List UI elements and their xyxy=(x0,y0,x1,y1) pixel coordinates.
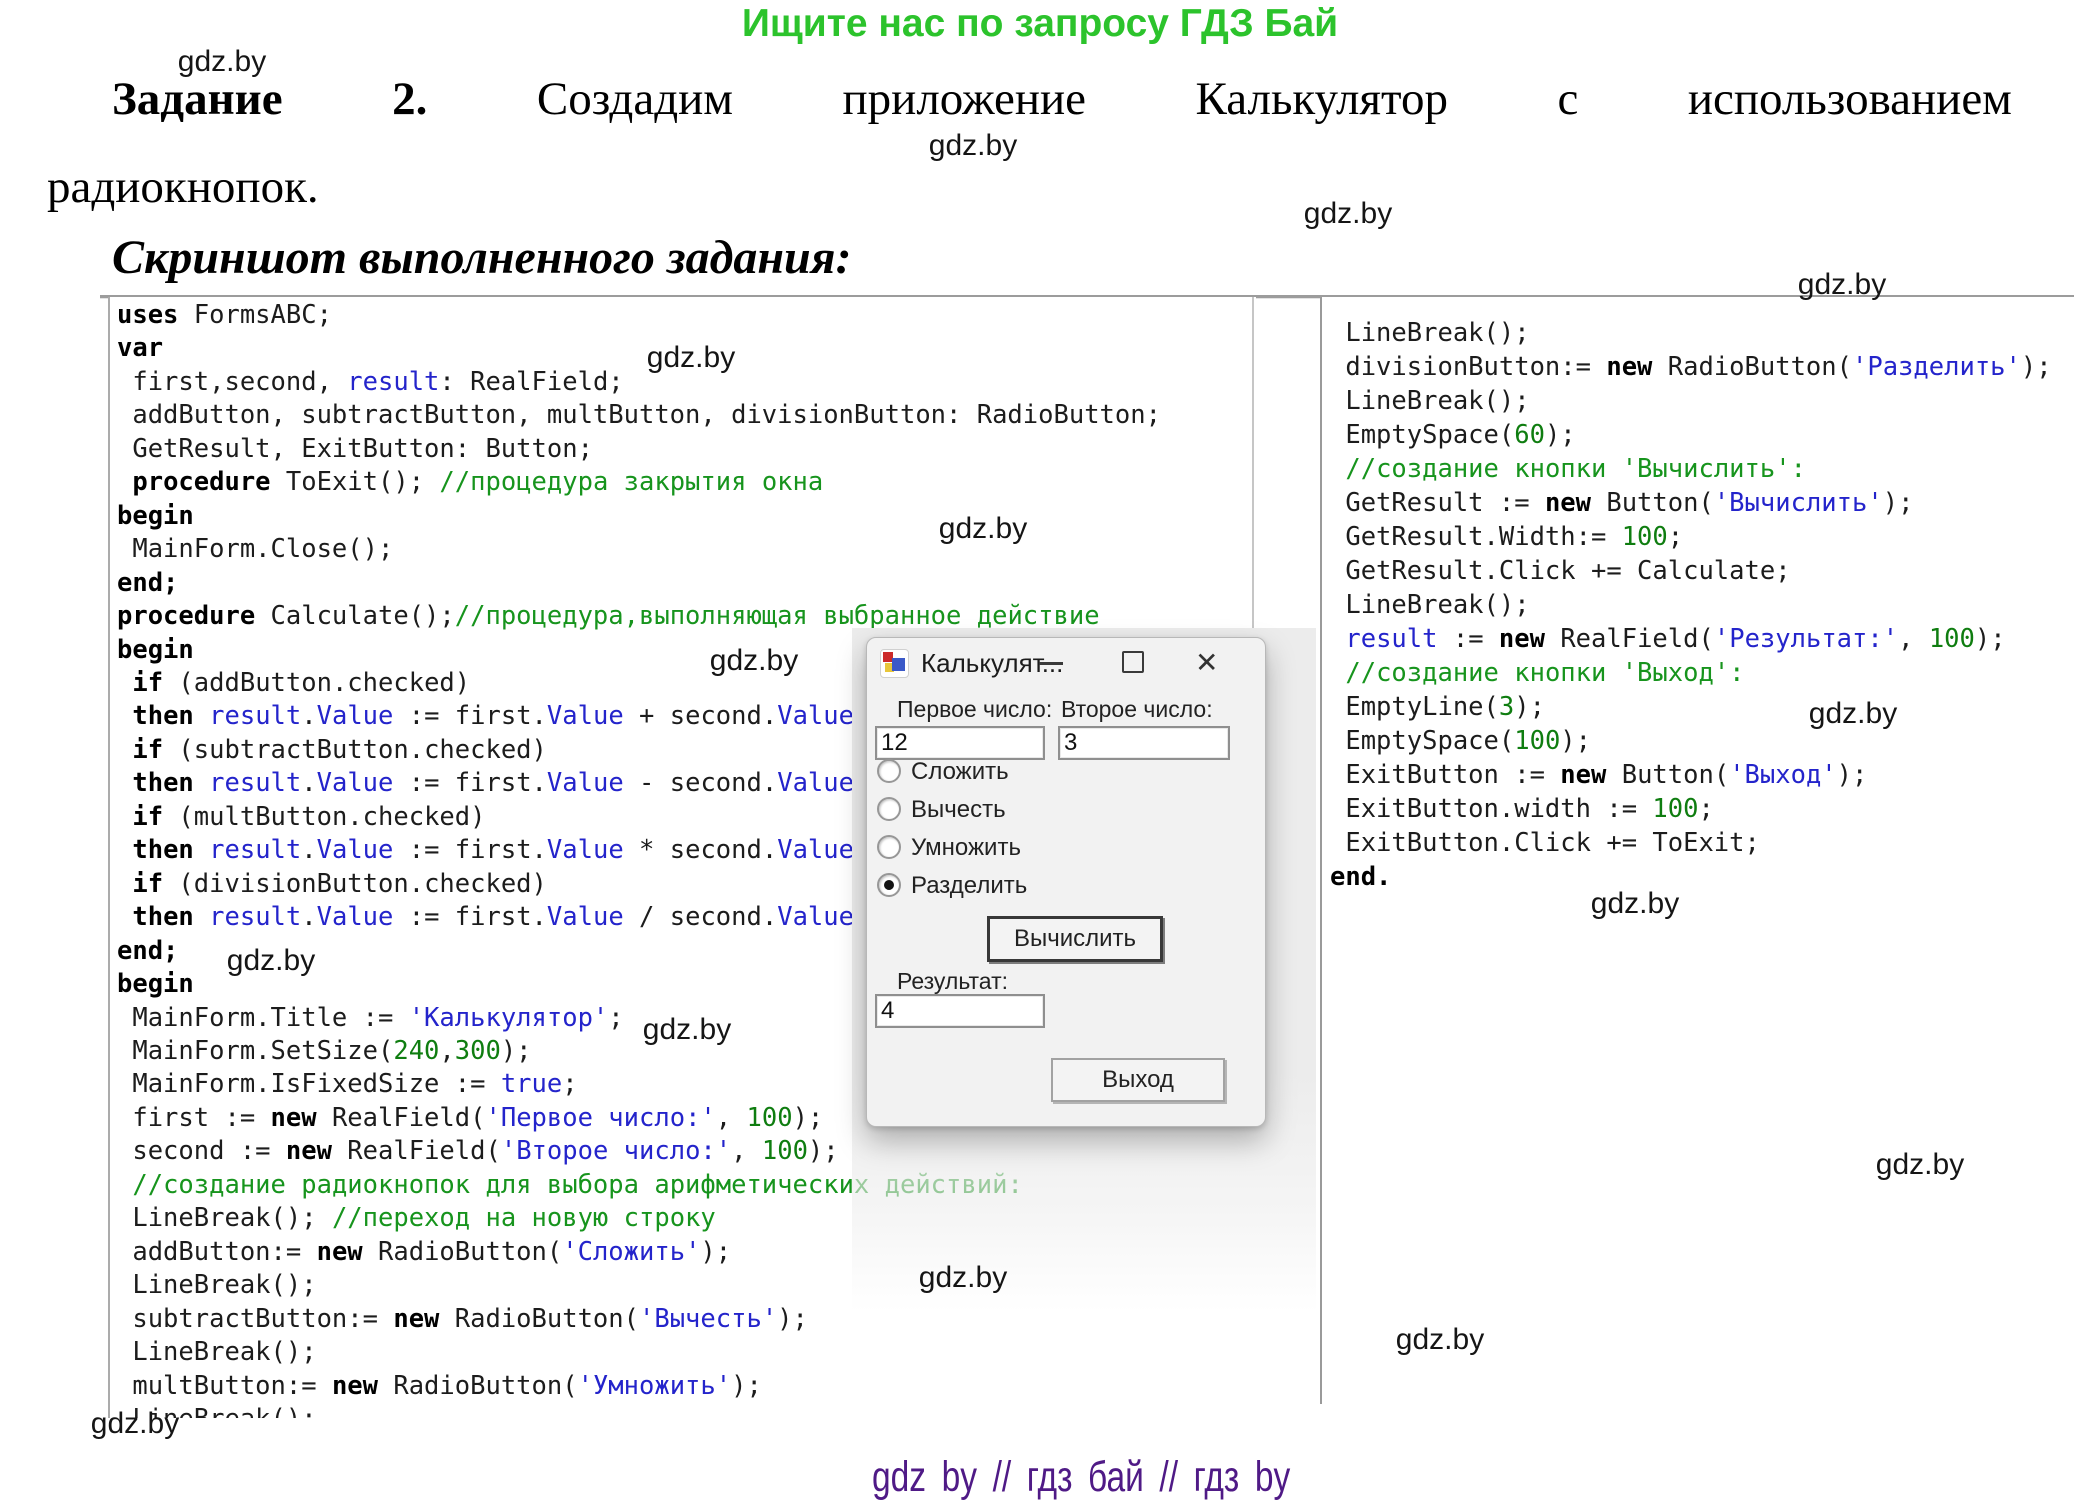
gdzby-watermark: gdz.by xyxy=(647,341,735,375)
radio-icon[interactable] xyxy=(877,759,901,783)
first-number-label: Первое число: xyxy=(897,696,1052,723)
calculator-screenshot: Калькулят... ✕ Первое число: Второе числ… xyxy=(852,628,1316,1333)
code-line: ExitButton := new Button('Выход'); xyxy=(1330,758,2080,792)
radio-label: Умножить xyxy=(911,834,1021,862)
code-line: GetResult, ExitButton: Button; xyxy=(117,433,1256,466)
gdzby-watermark: gdz.by xyxy=(1396,1323,1484,1357)
calculate-button[interactable]: Вычислить xyxy=(987,916,1163,962)
radio-icon[interactable] xyxy=(877,835,901,859)
code-line: GetResult := new Button('Вычислить'); xyxy=(1330,486,2080,520)
gdzby-watermark: gdz.by xyxy=(643,1013,731,1047)
code-line: LineBreak(); xyxy=(1330,316,2080,350)
second-number-input[interactable]: 3 xyxy=(1058,726,1230,760)
code-panel-right: LineBreak(); divisionButton:= new RadioB… xyxy=(1320,297,2080,1404)
radio-label: Разделить xyxy=(911,872,1027,900)
task-title-line2: радиокнопок. xyxy=(47,160,319,214)
gdzby-watermark: gdz.by xyxy=(919,1261,1007,1295)
code-line: end; xyxy=(117,567,1256,600)
maximize-icon[interactable] xyxy=(1122,651,1144,673)
title-word: Задание xyxy=(112,72,283,126)
gdzby-watermark: gdz.by xyxy=(1876,1148,1964,1182)
code-line: EmptySpace(100); xyxy=(1330,724,2080,758)
code-line: ExitButton.width := 100; xyxy=(1330,792,2080,826)
gdzby-watermark: gdz.by xyxy=(1809,697,1897,731)
code-line: EmptySpace(60); xyxy=(1330,418,2080,452)
code-line: begin xyxy=(117,500,1256,533)
code-column-right: LineBreak(); divisionButton:= new RadioB… xyxy=(1322,297,2080,894)
minimize-icon[interactable] xyxy=(1039,662,1063,665)
exit-button[interactable]: Выход xyxy=(1051,1058,1225,1102)
title-word: с xyxy=(1557,72,1578,126)
code-line: divisionButton:= new RadioButton('Раздел… xyxy=(1330,350,2080,384)
title-word: использованием xyxy=(1688,72,2012,126)
code-line: addButton, subtractButton, multButton, d… xyxy=(117,399,1256,432)
calculator-titlebar[interactable]: Калькулят... ✕ xyxy=(867,638,1265,688)
code-line: end. xyxy=(1330,860,2080,894)
gdzby-watermark: gdz.by xyxy=(939,512,1027,546)
code-line: //создание кнопки 'Выход': xyxy=(1330,656,2080,690)
code-panel-left-border xyxy=(1252,297,1254,630)
gdzby-watermark: gdz.by xyxy=(1798,268,1886,302)
close-icon[interactable]: ✕ xyxy=(1195,645,1218,681)
code-line: //создание кнопки 'Вычислить': xyxy=(1330,452,2080,486)
title-word: Создадим xyxy=(537,72,733,126)
code-line: result := new RealField('Результат:', 10… xyxy=(1330,622,2080,656)
radio-selected-icon[interactable] xyxy=(877,873,901,897)
gdzby-watermark: gdz.by xyxy=(178,45,266,79)
app-icon-blue-square xyxy=(892,658,905,671)
code-line: MainForm.Close(); xyxy=(117,533,1256,566)
solution-page: { "page": { "promo": "Ищите нас по запро… xyxy=(0,0,2080,1506)
code-line: uses FormsABC; xyxy=(117,299,1256,332)
gdzby-watermark: gdz.by xyxy=(1304,197,1392,231)
gdzby-watermark: gdz.by xyxy=(929,129,1017,163)
radio-icon[interactable] xyxy=(877,797,901,821)
first-number-input[interactable]: 12 xyxy=(875,726,1045,760)
gdzby-watermark: gdz.by xyxy=(710,644,798,678)
title-word: Калькулятор xyxy=(1195,72,1448,126)
title-word: приложение xyxy=(843,72,1086,126)
footer-watermark: gdz by // гдз бай // гдз by xyxy=(872,1453,1290,1502)
code-line: LineBreak(); xyxy=(1330,384,2080,418)
app-icon xyxy=(880,649,909,678)
radio-label: Вычесть xyxy=(911,796,1006,824)
result-field[interactable]: 4 xyxy=(875,994,1045,1028)
gdzby-watermark: gdz.by xyxy=(227,944,315,978)
result-label: Результат: xyxy=(897,968,1008,995)
second-number-label: Второе число: xyxy=(1061,696,1213,723)
code-line: EmptyLine(3); xyxy=(1330,690,2080,724)
screenshot-subtitle: Скриншот выполненного задания: xyxy=(112,230,851,285)
promo-banner: Ищите нас по запросу ГДЗ Бай xyxy=(0,2,2080,46)
code-line: multButton:= new RadioButton('Умножить')… xyxy=(117,1370,1256,1403)
calculator-window: Калькулят... ✕ Первое число: Второе числ… xyxy=(866,637,1266,1127)
gdzby-watermark: gdz.by xyxy=(1591,887,1679,921)
title-word: 2. xyxy=(392,72,427,126)
code-line: LineBreak(); xyxy=(117,1336,1256,1369)
task-title: Задание 2. Создадим приложение Калькулятор с и… xyxy=(112,72,2012,126)
gdzby-watermark: gdz.by xyxy=(91,1407,179,1441)
code-line: GetResult.Click += Calculate; xyxy=(1330,554,2080,588)
code-line: GetResult.Width:= 100; xyxy=(1330,520,2080,554)
code-line: LineBreak(); xyxy=(117,1403,1256,1418)
code-line: LineBreak(); xyxy=(1330,588,2080,622)
radio-label: Сложить xyxy=(911,758,1009,786)
code-line: procedure ToExit(); //процедура закрытия… xyxy=(117,466,1256,499)
code-line: ExitButton.Click += ToExit; xyxy=(1330,826,2080,860)
